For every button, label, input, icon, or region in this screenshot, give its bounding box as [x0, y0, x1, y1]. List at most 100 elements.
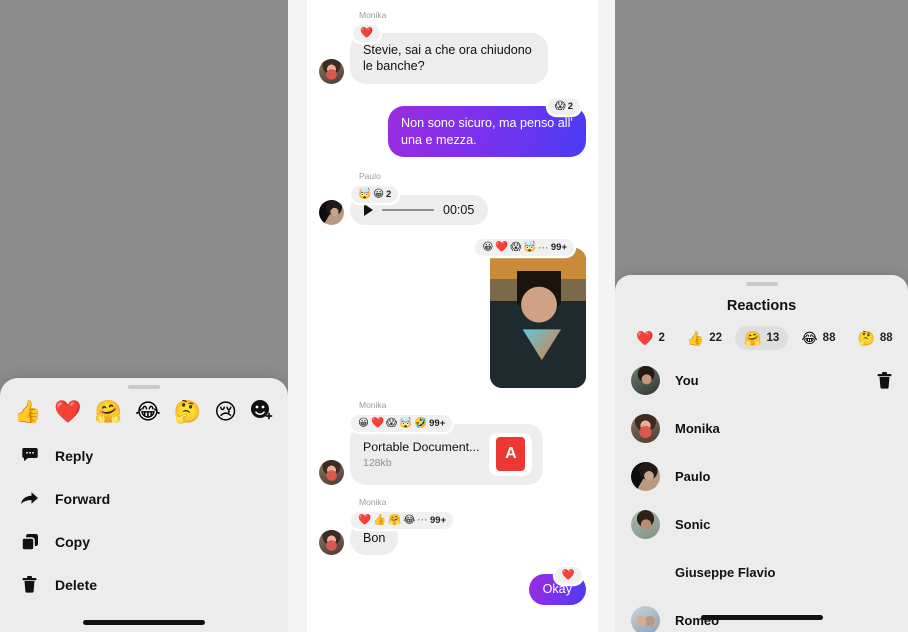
- action-delete[interactable]: Delete: [0, 563, 288, 606]
- emoji-grin-icon: 😀: [174, 299, 186, 312]
- reaction-tab-thinking[interactable]: 🤔 88: [848, 326, 901, 350]
- reaction-pill[interactable]: 😱 2: [547, 97, 580, 115]
- reaction-tab-hug[interactable]: 🤗 13: [735, 326, 789, 350]
- sheet-grabber[interactable]: [745, 282, 778, 286]
- reaction-user-list: You Monika Paulo Sonic Giuseppe Flavio R…: [615, 356, 908, 632]
- more-options-button[interactable]: [260, 35, 278, 55]
- avatar[interactable]: [319, 459, 344, 485]
- file-size: 128kb: [363, 456, 392, 469]
- emoji-scream-icon: 😱: [510, 241, 522, 254]
- reaction-pill[interactable]: 🤯 😀 2: [40, 244, 88, 262]
- chat-header: Via di Emmaus all li... 2: [615, 26, 908, 64]
- reaction-tabs: ❤️ 2 👍 22 🤗 13 😂 88 🤔 88: [615, 314, 908, 356]
- member-count[interactable]: 2: [226, 38, 253, 53]
- play-icon[interactable]: [364, 204, 373, 217]
- play-icon[interactable]: [54, 262, 63, 275]
- emoji-mindblown-icon: 🤯: [358, 188, 372, 201]
- back-button[interactable]: [625, 33, 646, 57]
- message-row-file: Monika 😀 ❤️ 😱 🤯 🤣 99+ Portable Document.…: [319, 400, 586, 485]
- reaction-pill[interactable]: ❤️: [40, 83, 68, 100]
- emoji-scream-icon: 😱: [242, 158, 254, 171]
- reaction-pill[interactable]: ❤️: [554, 567, 582, 584]
- reaction-count: 2: [567, 100, 573, 112]
- list-item[interactable]: Paulo: [615, 452, 908, 500]
- avatar[interactable]: [12, 119, 34, 142]
- smiley-plus-icon[interactable]: [250, 399, 274, 425]
- emoji-grin-icon: 😀: [358, 417, 369, 430]
- more-options-button[interactable]: [880, 35, 898, 55]
- emoji-joy-icon: 😂: [801, 330, 818, 346]
- reaction-count: 2: [75, 247, 81, 259]
- reaction-pill[interactable]: 😱 2: [857, 166, 890, 184]
- message-row-bon: Monika ❤️ 👍 🤗 😂 ··· 99+ Bon: [319, 497, 586, 556]
- message-row-outgoing: 😱 2 Non sono sicuro, ma penso all' una e…: [627, 166, 896, 226]
- battery-icon: [247, 7, 272, 19]
- reaction-pill[interactable]: 😱 2: [235, 155, 268, 173]
- avatar: [631, 413, 660, 443]
- reaction-tab-joy[interactable]: 😂 88: [792, 326, 844, 350]
- chat-bubble-icon: [846, 38, 863, 53]
- reaction-pill[interactable]: 😀 ❤️ 😱 🤯 ··· 99+: [475, 239, 574, 257]
- conversation-avatar[interactable]: [37, 31, 64, 59]
- action-reply[interactable]: Reply: [0, 434, 288, 477]
- avatar: [631, 461, 660, 491]
- emoji-mindblown-icon: 🤯: [215, 299, 229, 312]
- reaction-count: 2: [386, 189, 392, 201]
- message-action-sheet: 👍 ❤️ 🤗 😂 🤔 😢 Reply Forward Copy Delete: [0, 378, 288, 632]
- quick-reaction-bar: 👍 ❤️ 🤗 😂 🤔 😢: [0, 389, 288, 434]
- action-label: Reply: [55, 447, 94, 464]
- conversation-avatar[interactable]: [652, 31, 679, 59]
- reaction-pill[interactable]: 😀 ❤️ 😱 🤯 ··· 99+: [167, 297, 266, 315]
- reaction-tab-thumbsup[interactable]: 👍 22: [678, 326, 731, 350]
- emoji-hug-icon[interactable]: 🤗: [95, 401, 122, 423]
- file-message[interactable]: Portable Document... 128kb A: [350, 423, 544, 485]
- avatar[interactable]: [319, 200, 344, 226]
- list-item[interactable]: Sonic: [615, 500, 908, 548]
- emoji-thumbsup-icon: 👍: [683, 95, 697, 107]
- emoji-joy-icon[interactable]: 😂: [135, 401, 161, 423]
- trash-icon[interactable]: [877, 371, 892, 389]
- image-message[interactable]: [490, 248, 586, 389]
- list-item[interactable]: You: [615, 356, 908, 404]
- reaction-pill[interactable]: ❤️ 👍 🤗 😂 ··· 99+: [661, 92, 764, 110]
- battery-icon: [867, 7, 892, 19]
- list-item[interactable]: Giuseppe Flavio: [615, 548, 908, 596]
- action-label: Delete: [55, 576, 98, 593]
- emoji-heart-icon: ❤️: [668, 95, 682, 107]
- chat-bubble-icon: [226, 38, 243, 53]
- avatar[interactable]: [319, 530, 344, 556]
- audio-waveform[interactable]: [72, 267, 124, 269]
- avatar[interactable]: [627, 127, 652, 153]
- action-forward[interactable]: Forward: [0, 477, 288, 520]
- member-count[interactable]: 2: [846, 38, 873, 53]
- list-item[interactable]: Romeo: [615, 596, 908, 632]
- member-count-value: 2: [866, 38, 873, 52]
- emoji-thinking-icon[interactable]: 🤔: [174, 401, 201, 423]
- reaction-pill[interactable]: ❤️: [353, 25, 381, 42]
- reaction-count: 2: [877, 169, 883, 181]
- emoji-scream-icon: 😱: [386, 417, 397, 430]
- reaction-pill[interactable]: 🤯 😀 2: [351, 186, 399, 204]
- avatar[interactable]: [319, 58, 344, 84]
- reactions-title: Reactions: [726, 298, 797, 314]
- conversation-title[interactable]: Via di Emmaus all li...: [686, 37, 839, 53]
- emoji-heart-icon[interactable]: ❤️: [54, 401, 81, 423]
- message-row-monika: Monika ❤️ Stevie, sai a che ora chiudono…: [319, 10, 586, 84]
- audio-waveform[interactable]: [382, 209, 434, 211]
- action-label: Copy: [55, 533, 90, 550]
- conversation-title[interactable]: Via di Emmaus all li...: [71, 37, 219, 53]
- more-reactions-icon: ···: [727, 96, 739, 107]
- reaction-count: 99+: [430, 514, 447, 526]
- action-copy[interactable]: Copy: [0, 520, 288, 563]
- emoji-thumbsup-icon[interactable]: 👍: [14, 401, 41, 423]
- reaction-tab-heart[interactable]: ❤️ 2: [627, 326, 674, 350]
- reaction-pill[interactable]: ❤️ 👍 🤗 😂 ··· 99+: [351, 511, 454, 529]
- emoji-mindblown-icon: 🤯: [523, 241, 537, 254]
- message-row-outgoing: 😱 2 Non sono sicuro, ma penso all' una e…: [319, 97, 586, 158]
- list-item[interactable]: Monika: [615, 404, 908, 452]
- more-reactions-icon: ···: [538, 242, 549, 253]
- avatar[interactable]: [12, 261, 34, 284]
- emoji-cry-icon[interactable]: 😢: [214, 401, 237, 423]
- back-button[interactable]: [10, 33, 31, 57]
- reaction-pill[interactable]: 😀 ❤️ 😱 🤯 🤣 99+: [351, 414, 453, 432]
